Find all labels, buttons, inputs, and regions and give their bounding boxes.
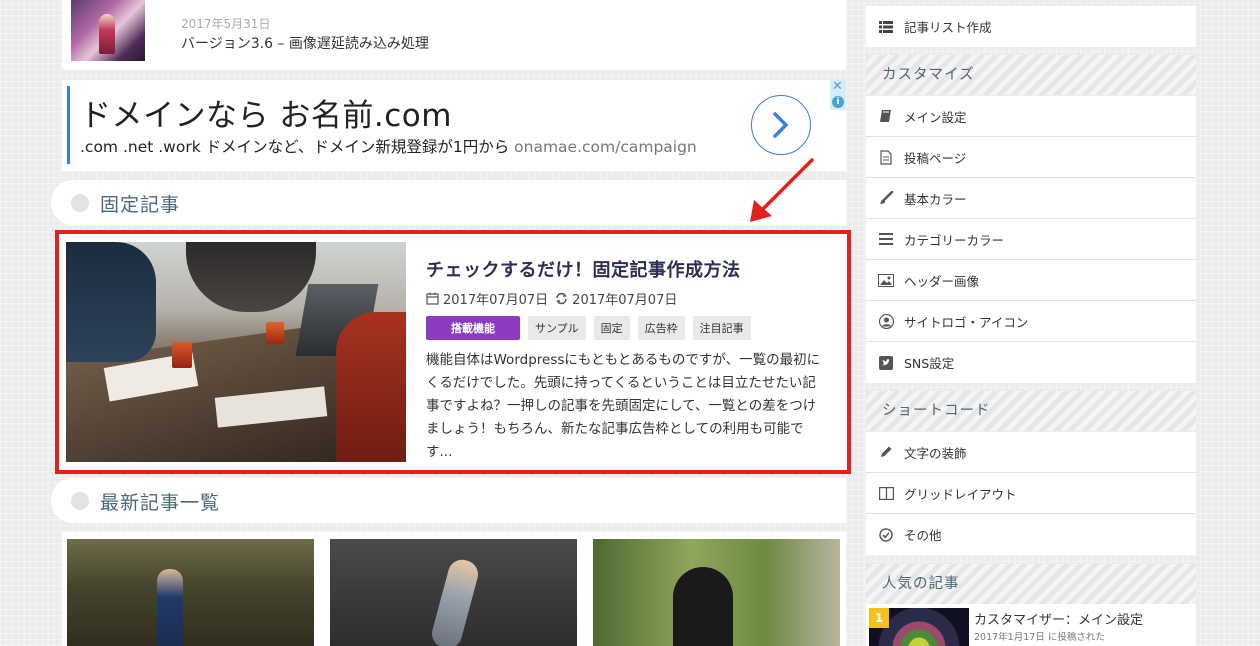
section-heading-latest: 最新記事一覧 [51, 478, 846, 523]
ad-description: .com .net .work ドメインなど、ドメイン新規登録が1円から ona… [80, 135, 697, 157]
sidebar-item-label: その他 [904, 528, 942, 543]
updated-date: 2017年07月07日 [572, 293, 678, 308]
sidebar-shortcode-list: 文字の装飾 グリッドレイアウト その他 [866, 432, 1196, 555]
info-icon[interactable]: i [832, 96, 844, 108]
sidebar-item-sns-settings[interactable]: SNS設定 [866, 342, 1196, 383]
featured-post-title[interactable]: チェックするだけ！固定記事作成方法 [426, 256, 741, 282]
ad-go-button[interactable] [751, 95, 811, 155]
recent-post-thumbnail[interactable] [71, 0, 145, 61]
sidebar-item-label: メイン設定 [904, 109, 967, 125]
recent-post-date: 2017年5月31日 [181, 17, 271, 31]
document-icon [878, 149, 894, 165]
recent-post-card[interactable]: 2017年5月31日 バージョン3.6 – 画像遅延読み込み処理 [62, 0, 846, 70]
heading-dot-icon [71, 194, 89, 212]
twitter-icon [878, 355, 894, 371]
calendar-icon [426, 292, 439, 305]
popular-post-item[interactable]: 1 カスタマイザー：メイン設定 2017年1月17日 に投稿された [866, 604, 1196, 646]
ad-domain[interactable]: onamae.com/campaign [514, 138, 697, 156]
featured-post-dates: 2017年07月07日 2017年07月07日 [426, 289, 677, 308]
sidebar-heading-popular: 人気の記事 [866, 564, 1196, 604]
sidebar-item-grid-layout[interactable]: グリッドレイアウト [866, 473, 1196, 514]
image-icon [878, 272, 894, 288]
sidebar-item-label: サイトロゴ・アイコン [904, 314, 1029, 330]
sidebar-item-post-page[interactable]: 投稿ページ [866, 137, 1196, 178]
refresh-icon [556, 292, 567, 305]
section-heading-fixed: 固定記事 [51, 180, 846, 225]
section-heading-label: 固定記事 [100, 194, 181, 216]
published-date: 2017年07月07日 [443, 293, 549, 308]
columns-icon [878, 485, 894, 501]
ad-banner[interactable]: ドメインなら お名前.com .com .net .work ドメインなど、ドメ… [62, 80, 846, 171]
section-heading-label: 最新記事一覧 [100, 492, 221, 514]
sidebar-item-label: ヘッダー画像 [904, 273, 980, 289]
sidebar-item-header-image[interactable]: ヘッダー画像 [866, 260, 1196, 301]
ad-description-text: .com .net .work ドメインなど、ドメイン新規登録が1円から [80, 138, 510, 156]
chevron-right-icon [773, 112, 789, 138]
sidebar-item-label: SNS設定 [904, 356, 955, 371]
sidebar-item-label: 記事リスト作成 [904, 20, 992, 35]
menu-icon [878, 231, 894, 247]
sidebar-customize-list: メイン設定 投稿ページ 基本カラー カテゴリーカラー ヘッダー画像 サイトロゴ・… [866, 96, 1196, 383]
tag-list: 搭載機能 サンプル 固定 広告枠 注目記事 [426, 316, 751, 340]
latest-posts-grid [62, 532, 846, 646]
sidebar-item-base-color[interactable]: 基本カラー [866, 178, 1196, 219]
ad-accent-bar [67, 86, 70, 164]
featured-post-image[interactable] [66, 242, 406, 462]
sidebar-heading-customize: カスタマイズ [866, 55, 1196, 95]
sidebar-item-main-settings[interactable]: メイン設定 [866, 96, 1196, 137]
tag[interactable]: サンプル [528, 316, 586, 340]
sidebar-item-other[interactable]: その他 [866, 514, 1196, 555]
latest-post-thumbnail[interactable] [67, 539, 314, 646]
pencil-icon [878, 444, 894, 460]
sidebar-item-category-color[interactable]: カテゴリーカラー [866, 219, 1196, 260]
sidebar-item-article-list[interactable]: 記事リスト作成 [866, 6, 1196, 47]
brush-icon [878, 190, 894, 206]
ad-choices-badge[interactable]: ✕ i [830, 80, 846, 110]
sidebar-item-label: 基本カラー [904, 191, 967, 207]
recent-post-title[interactable]: バージョン3.6 – 画像遅延読み込み処理 [181, 33, 429, 53]
heading-dot-icon [71, 492, 89, 510]
sidebar-item-label: 投稿ページ [904, 150, 967, 166]
user-circle-icon [878, 313, 894, 329]
featured-post-card[interactable]: チェックするだけ！固定記事作成方法 2017年07月07日 2017年07月07… [55, 230, 851, 474]
popular-post-meta: 2017年1月17日 に投稿された [974, 632, 1105, 643]
rank-badge: 1 [869, 608, 889, 628]
tag[interactable]: 注目記事 [692, 316, 751, 340]
annotation-arrow-icon [750, 158, 814, 222]
sidebar-top-list: 記事リスト作成 [866, 6, 1196, 47]
sidebar-item-label: グリッドレイアウト [904, 486, 1017, 502]
sidebar-heading-shortcode: ショートコード [866, 391, 1196, 431]
latest-post-thumbnail[interactable] [330, 539, 577, 646]
latest-post-thumbnail[interactable] [593, 539, 840, 646]
popular-post-title[interactable]: カスタマイザー：メイン設定 [974, 609, 1143, 628]
book-icon [878, 108, 894, 124]
sidebar-item-label: 文字の装飾 [904, 445, 967, 461]
tag[interactable]: 広告枠 [637, 316, 685, 340]
tag[interactable]: 固定 [593, 316, 630, 340]
check-circle-icon [878, 527, 894, 543]
category-tag[interactable]: 搭載機能 [426, 316, 520, 340]
sidebar-item-site-logo[interactable]: サイトロゴ・アイコン [866, 301, 1196, 342]
ad-title[interactable]: ドメインなら お名前.com [80, 90, 452, 135]
sidebar-item-label: カテゴリーカラー [904, 232, 1005, 248]
close-icon[interactable]: ✕ [832, 80, 843, 94]
sidebar-item-text-decoration[interactable]: 文字の装飾 [866, 432, 1196, 473]
featured-post-excerpt: 機能自体はWordpressにもともとあるものですが、一覧の最初にくるだけでした… [426, 352, 821, 460]
list-icon [878, 19, 894, 35]
